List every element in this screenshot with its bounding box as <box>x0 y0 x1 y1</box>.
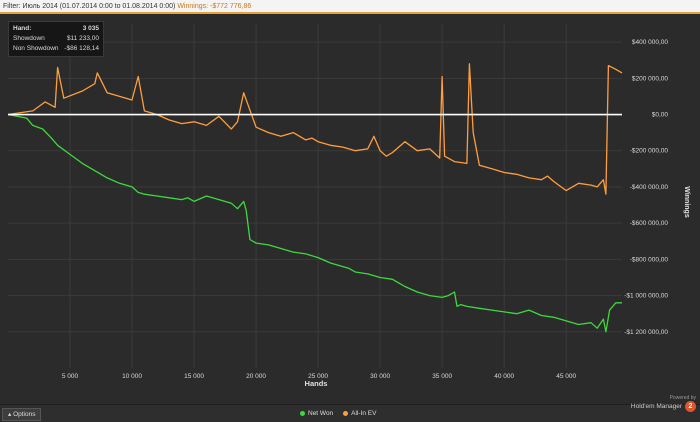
nonshowdown-label: Non Showdown <box>13 45 59 52</box>
chart-legend: Net Won All-In EV <box>300 409 376 418</box>
x-axis-label: Hands <box>305 379 328 388</box>
options-label: Options <box>13 411 36 418</box>
hm2-logo-icon: 2 <box>685 401 696 412</box>
winnings-chart[interactable]: 5 000 10 000 15 000 20 000 25 000 30 000 35 00… <box>0 16 700 404</box>
chart-background <box>0 16 700 404</box>
x-tick-label: 10 000 <box>122 373 142 380</box>
legend-label: Net Won <box>308 410 334 417</box>
y-tick-label: -$600 000,00 <box>630 220 669 227</box>
y-axis-label: Winnings <box>683 186 690 218</box>
x-tick-label: 35 000 <box>432 373 452 380</box>
brand-logo: Powered by Hold'em Manager 2 <box>631 395 696 412</box>
filter-prefix: Filter: <box>3 3 21 10</box>
showdown-label: Showdown <box>13 35 45 42</box>
x-tick-label: 5 000 <box>62 373 79 380</box>
y-tick-label: -$800 000,00 <box>630 256 669 263</box>
y-tick-label: $200 000,00 <box>632 75 669 82</box>
y-tick-label: $0,00 <box>652 112 669 119</box>
nonshowdown-value: -$86 128,14 <box>64 45 99 52</box>
x-tick-label: 30 000 <box>370 373 390 380</box>
y-tick-label: -$400 000,00 <box>630 184 669 191</box>
filter-period: Июль 2014 (01.07.2014 0:00 to 01.08.2014… <box>22 3 176 10</box>
hand-stats-tooltip: Hand: 3 035 Showdown $11 233,00 Non Show… <box>8 21 104 57</box>
legend-item-all-in-ev[interactable]: All-In EV <box>343 409 376 418</box>
chevron-up-icon: ▴ <box>8 411 12 418</box>
legend-dot-icon <box>343 411 349 416</box>
y-tick-label: -$200 000,00 <box>630 148 669 155</box>
showdown-value: $11 233,00 <box>66 35 99 42</box>
y-tick-label: -$1 000 000,00 <box>624 293 668 300</box>
filter-winnings-label: Winnings: <box>177 3 209 10</box>
hand-value: 3 035 <box>82 25 99 32</box>
filter-winnings-value: -$772 776,86 <box>210 3 252 10</box>
x-tick-label: 45 000 <box>556 373 576 380</box>
x-tick-label: 40 000 <box>494 373 514 380</box>
filter-bar[interactable]: Filter: Июль 2014 (01.07.2014 0:00 to 01… <box>0 0 700 14</box>
brand-name: Hold'em Manager <box>630 403 682 410</box>
legend-item-net-won[interactable]: Net Won <box>300 409 333 418</box>
legend-label: All-In EV <box>351 410 377 417</box>
legend-dot-icon <box>300 411 305 416</box>
bottom-bar: ▴ Options Net Won All-In EV Powered by Ho… <box>0 395 700 422</box>
x-tick-label: 20 000 <box>246 373 266 380</box>
y-tick-label: $400 000,00 <box>632 39 669 46</box>
options-button[interactable]: ▴ Options <box>2 408 42 421</box>
y-tick-label: -$1 200 000,00 <box>624 329 668 336</box>
hand-label: Hand: <box>13 25 32 32</box>
x-tick-label: 15 000 <box>184 373 204 380</box>
